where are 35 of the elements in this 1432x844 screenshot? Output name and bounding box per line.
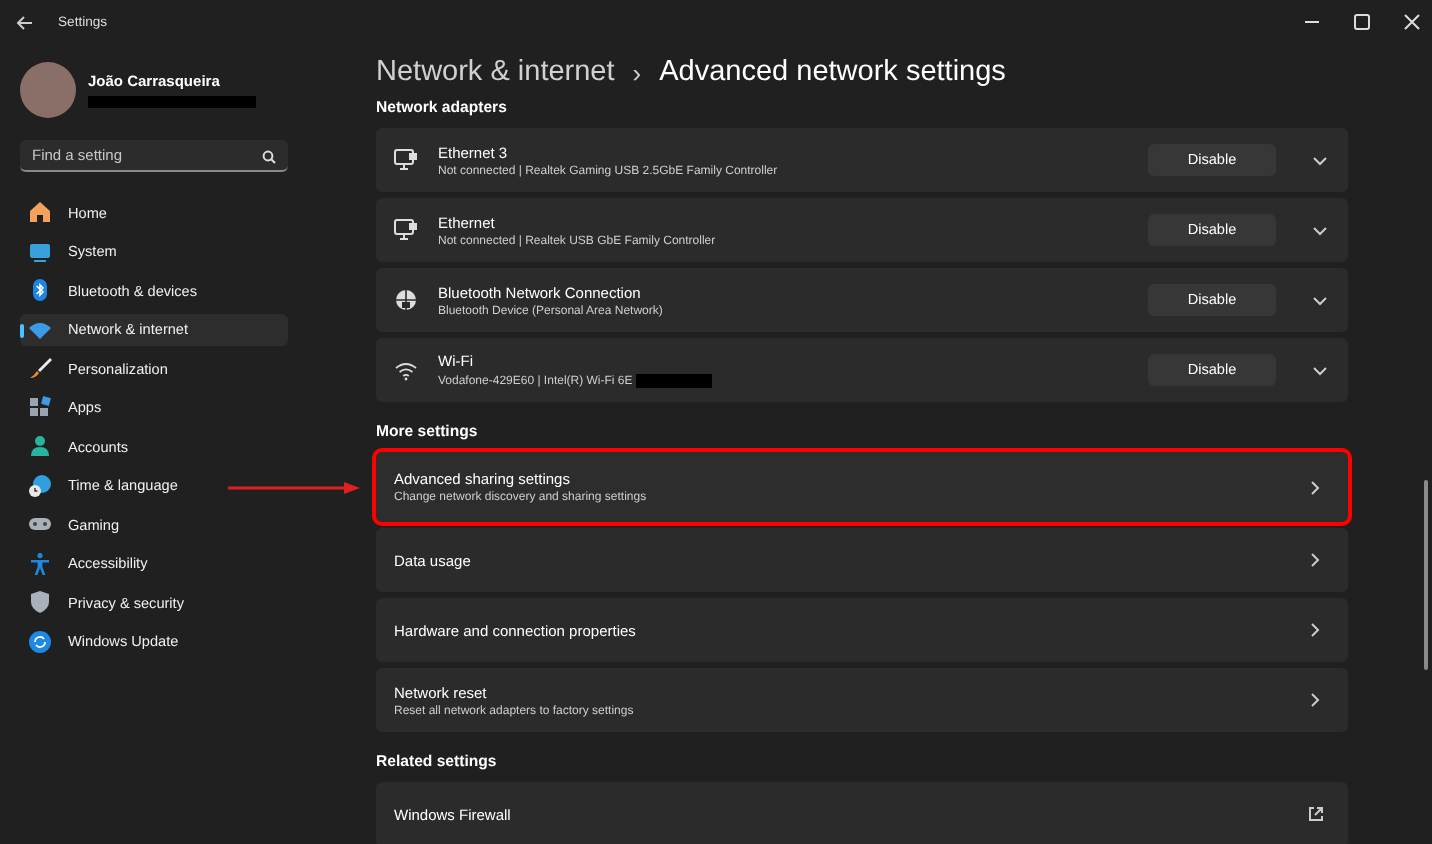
chevron-right-icon — [1310, 479, 1320, 495]
chevron-right-icon — [1310, 552, 1320, 568]
wifi-icon — [28, 317, 52, 341]
breadcrumb-link[interactable]: Network & internet — [376, 56, 615, 88]
ethernet-icon — [394, 218, 418, 242]
back-arrow-icon[interactable] — [16, 15, 32, 29]
apps-icon — [28, 395, 52, 419]
scrollbar[interactable] — [1424, 480, 1428, 670]
chevron-down-icon[interactable] — [1312, 225, 1328, 235]
avatar-circle — [20, 62, 76, 118]
breadcrumb-separator: › — [632, 57, 642, 87]
monitor-icon — [28, 239, 52, 263]
page-title: Advanced network settings — [659, 56, 1006, 88]
person-icon — [28, 434, 52, 458]
chevron-down-icon[interactable] — [1312, 295, 1328, 305]
globe-clock-icon — [28, 473, 52, 497]
maximize-icon[interactable] — [1354, 14, 1370, 30]
external-link-icon — [1308, 806, 1324, 822]
ethernet-icon — [394, 148, 418, 172]
chevron-down-icon[interactable] — [1312, 155, 1328, 165]
accessibility-icon — [28, 551, 52, 575]
gamepad-icon — [28, 512, 52, 536]
shield-icon — [28, 590, 52, 614]
search-icon — [262, 149, 276, 163]
update-icon — [28, 629, 52, 653]
annotation-arrow — [228, 481, 360, 493]
wifi-icon — [394, 358, 418, 382]
chevron-down-icon[interactable] — [1312, 365, 1328, 375]
chevron-right-icon — [1310, 622, 1320, 638]
chevron-right-icon — [1310, 692, 1320, 708]
paintbrush-icon — [28, 356, 52, 380]
bluetooth-icon — [28, 278, 52, 302]
home-icon — [28, 200, 52, 224]
globe-icon — [394, 288, 418, 312]
close-icon[interactable] — [1404, 14, 1420, 30]
